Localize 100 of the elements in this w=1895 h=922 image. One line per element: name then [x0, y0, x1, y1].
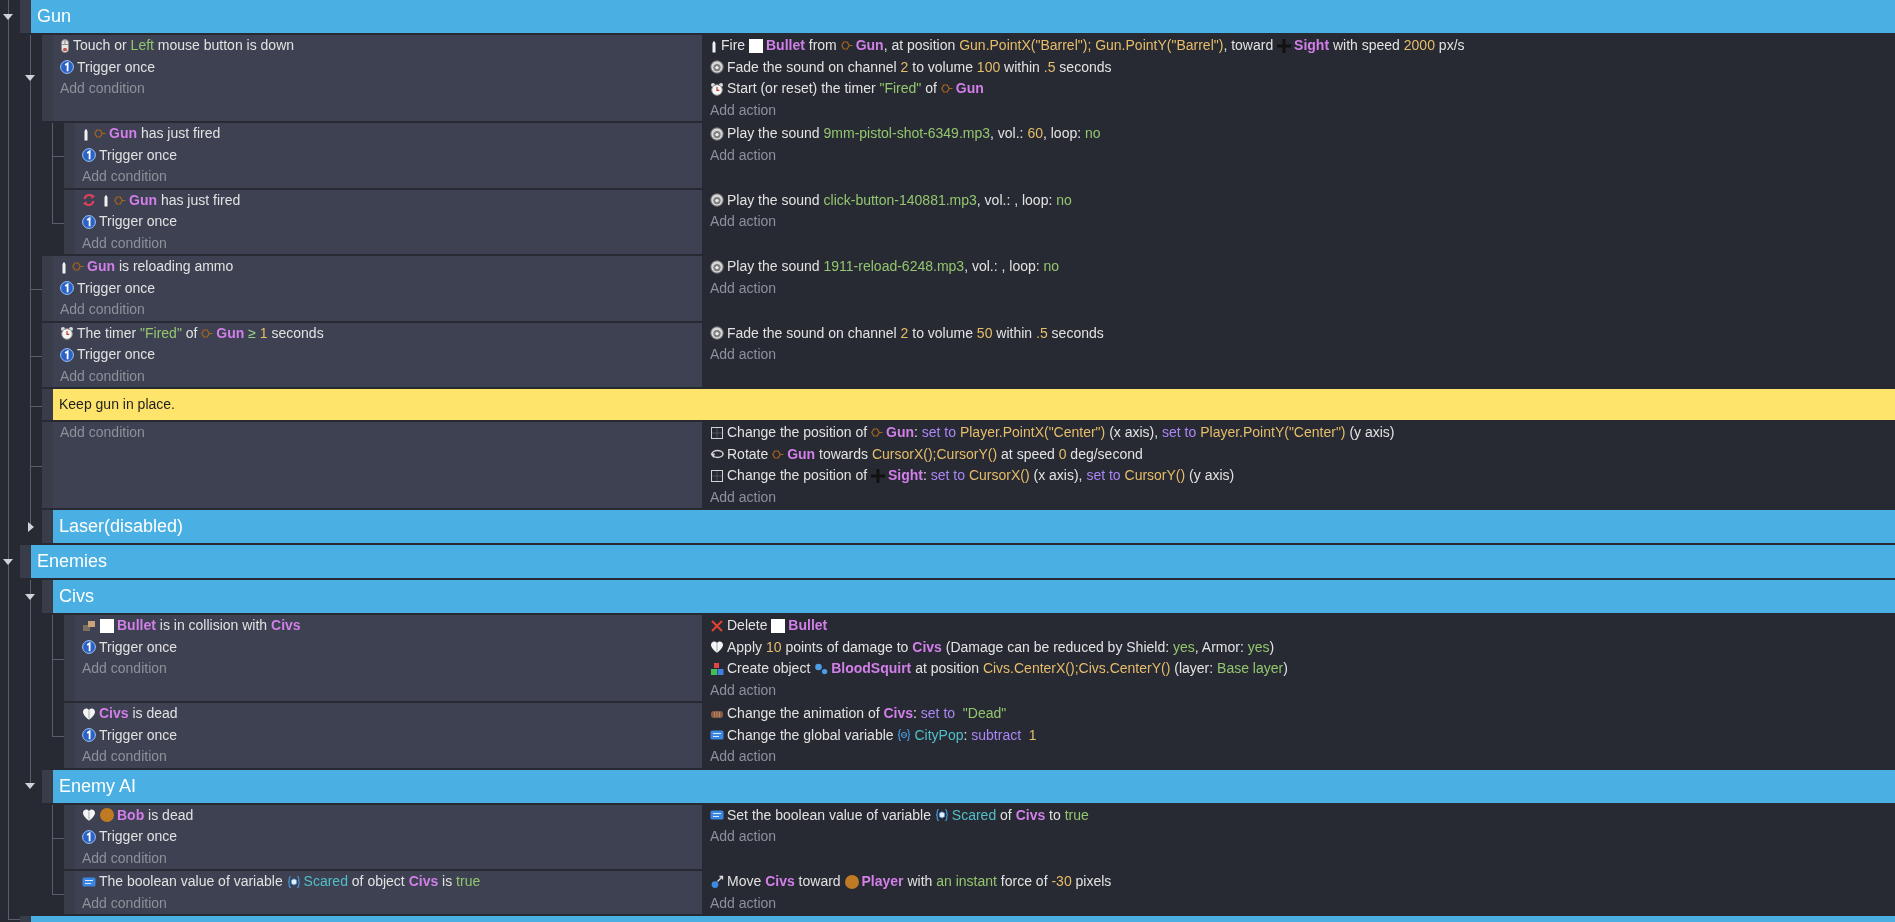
action[interactable]: Apply 10 points of damage to Civs (Damage can be reduced by Shield: yes, Armor: yes): [710, 636, 1889, 658]
hexagon-icon: [871, 428, 883, 438]
drag-handle[interactable]: [42, 422, 53, 508]
condition[interactable]: Trigger once: [82, 211, 695, 233]
force-icon: [710, 874, 724, 889]
grid-square-icon: [710, 468, 724, 483]
condition[interactable]: Gun is reloading ammo: [60, 256, 695, 278]
action[interactable]: Play the sound 1911-reload-6248.mp3, vol.: , loop: no: [710, 256, 1889, 278]
condition[interactable]: Bullet is in collision with Civs: [82, 615, 695, 637]
group-header[interactable]: [31, 916, 1895, 922]
circular-arrows-icon: [82, 193, 96, 208]
add-action-link[interactable]: Add action: [710, 826, 777, 848]
drag-handle[interactable]: [64, 123, 75, 188]
action[interactable]: Start (or reset) the timer "Fired" of Gun: [710, 78, 1889, 100]
condition[interactable]: Gun has just fired: [82, 123, 695, 145]
collapse-arrow-icon[interactable]: [25, 593, 35, 600]
drag-handle[interactable]: [64, 703, 75, 768]
drag-handle[interactable]: [20, 545, 31, 578]
action[interactable]: Change the position of Gun: set to Player.PointX("Center") (x axis), set to Player.PointY("Center") (y axis): [710, 422, 1889, 444]
disc-icon: [100, 808, 114, 823]
number-one-icon: [60, 281, 74, 296]
hexagon-icon: [840, 41, 853, 51]
drag-handle[interactable]: [64, 804, 75, 869]
square-icon: [771, 618, 786, 633]
blocks-icon: [710, 661, 724, 676]
condition[interactable]: Gun has just fired: [82, 189, 695, 211]
collapse-arrow-icon[interactable]: [25, 75, 35, 81]
add-action-link[interactable]: Add action: [710, 486, 777, 508]
collapse-arrow-icon[interactable]: [3, 13, 13, 20]
condition[interactable]: Bob is dead: [82, 804, 695, 826]
condition[interactable]: Trigger once: [82, 144, 695, 166]
boxes-icon: [82, 618, 96, 633]
number-one-icon: [82, 214, 96, 229]
drag-handle[interactable]: [42, 35, 53, 121]
hexagon-icon: [72, 262, 84, 272]
action[interactable]: Delete Bullet: [710, 615, 1889, 637]
sound-icon: [710, 126, 724, 141]
condition[interactable]: Trigger once: [82, 826, 695, 848]
collapse-arrow-icon[interactable]: [25, 783, 35, 789]
number-one-icon: [82, 728, 96, 743]
add-action-link[interactable]: Add action: [710, 277, 777, 299]
bullet-icon: [102, 193, 110, 208]
condition[interactable]: Trigger once: [60, 277, 695, 299]
heart-icon: [710, 640, 724, 655]
action[interactable]: Move Civs toward Player with an instant force of -30 pixels: [710, 871, 1889, 893]
drag-handle[interactable]: [42, 389, 53, 420]
number-one-icon: [82, 148, 96, 163]
braces-icon: [897, 728, 912, 743]
action[interactable]: Change the position of Sight: set to CursorX() (x axis), set to CursorY() (y axis): [710, 465, 1889, 487]
condition[interactable]: Touch or Left mouse button is down: [60, 35, 695, 57]
heart-icon: [82, 808, 96, 823]
number-one-icon: [60, 347, 74, 362]
number-one-icon: [82, 829, 96, 844]
drag-handle[interactable]: [64, 871, 75, 914]
hexagon-icon: [94, 129, 106, 139]
alarm-clock-icon: [60, 326, 74, 341]
action[interactable]: Rotate Gun towards CursorX();CursorY() at speed 0 deg/second: [710, 443, 1889, 465]
action[interactable]: Create object BloodSquirt at position Civs.CenterX();Civs.CenterY() (layer: Base layer): [710, 658, 1889, 680]
action[interactable]: Set the boolean value of variable Scared of Civs to true: [710, 804, 1889, 826]
hexagon-icon: [772, 449, 785, 459]
add-action-link[interactable]: Add action: [710, 211, 777, 233]
action[interactable]: Play the sound click-button-140881.mp3, vol.: , loop: no: [710, 189, 1889, 211]
add-action-link[interactable]: Add action: [710, 679, 777, 701]
mouse-icon: [60, 38, 70, 53]
add-action-link[interactable]: Add action: [710, 892, 777, 914]
drag-handle[interactable]: [20, 916, 31, 922]
hexagon-icon: [201, 328, 214, 338]
action[interactable]: Change the global variable CityPop: subtract 1: [710, 724, 1889, 746]
sound-icon: [710, 259, 724, 274]
condition[interactable]: Trigger once: [60, 56, 695, 78]
condition[interactable]: Civs is dead: [82, 703, 695, 725]
number-one-icon: [60, 60, 74, 75]
comment[interactable]: Keep gun in place.: [53, 389, 1895, 420]
action[interactable]: Fade the sound on channel 2 to volume 50 within .5 seconds: [710, 322, 1889, 344]
bullet-icon: [82, 126, 90, 141]
condition[interactable]: Trigger once: [60, 344, 695, 366]
drag-handle[interactable]: [42, 580, 53, 613]
drag-handle[interactable]: [42, 322, 53, 387]
hexagon-icon: [940, 84, 953, 94]
add-action-link[interactable]: Add action: [710, 144, 777, 166]
action[interactable]: Fire Bullet from Gun, at position Gun.PointX("Barrel"); Gun.PointY("Barrel"), toward Sight with speed 2000 px/s: [710, 35, 1889, 57]
condition[interactable]: Trigger once: [82, 636, 695, 658]
collapse-arrow-icon[interactable]: [3, 558, 13, 565]
condition[interactable]: The timer "Fired" of Gun ≥ 1 seconds: [60, 322, 695, 344]
action[interactable]: Fade the sound on channel 2 to volume 100 within .5 seconds: [710, 56, 1889, 78]
action[interactable]: Change the animation of Civs: set to "Dead": [710, 703, 1889, 725]
grid-square-icon: [710, 425, 724, 440]
expand-arrow-icon[interactable]: [28, 521, 34, 532]
condition[interactable]: The boolean value of variable Scared of object Civs is true: [82, 871, 695, 893]
action[interactable]: Play the sound 9mm-pistol-shot-6349.mp3, vol.: 60, loop: no: [710, 123, 1889, 145]
drag-handle[interactable]: [64, 189, 75, 254]
add-action-link[interactable]: Add action: [710, 344, 777, 366]
condition[interactable]: Trigger once: [82, 724, 695, 746]
add-action-link[interactable]: Add action: [710, 746, 777, 768]
add-action-link[interactable]: Add action: [710, 99, 777, 121]
drag-handle[interactable]: [42, 510, 53, 543]
drag-handle[interactable]: [42, 769, 53, 803]
drag-handle[interactable]: [42, 256, 53, 321]
drag-handle[interactable]: [20, 0, 31, 33]
drag-handle[interactable]: [64, 615, 75, 701]
